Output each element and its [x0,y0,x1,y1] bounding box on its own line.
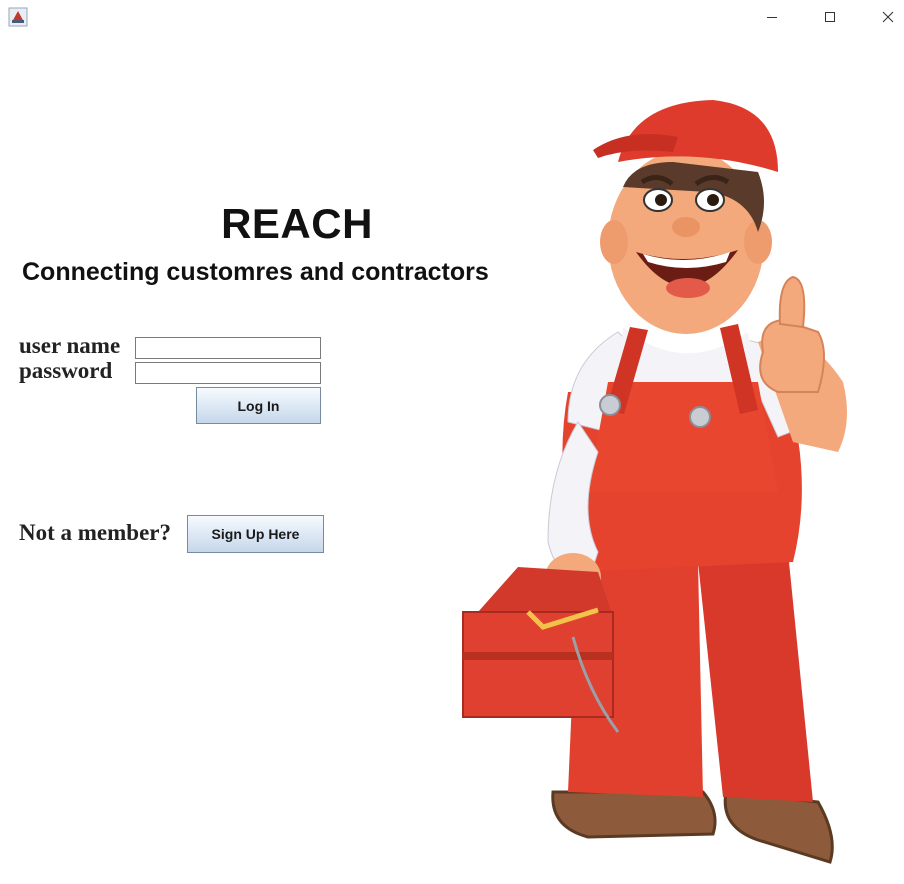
app-tagline: Connecting customres and contractors [22,258,489,286]
maximize-button[interactable] [807,0,853,34]
signup-button[interactable]: Sign Up Here [187,515,324,553]
signup-prompt: Not a member? [19,520,172,545]
minimize-button[interactable] [749,0,795,34]
close-button[interactable] [865,0,904,34]
window-titlebar [0,0,904,34]
java-app-icon [8,7,28,27]
close-icon [882,11,894,23]
username-input[interactable] [135,337,321,359]
contractor-mascot-illustration [462,100,847,864]
username-label: user name [19,333,121,358]
maximize-icon [825,12,835,22]
password-label: password [19,358,113,383]
login-button[interactable]: Log In [196,387,321,424]
password-input[interactable] [135,362,321,384]
minimize-icon [767,17,777,18]
